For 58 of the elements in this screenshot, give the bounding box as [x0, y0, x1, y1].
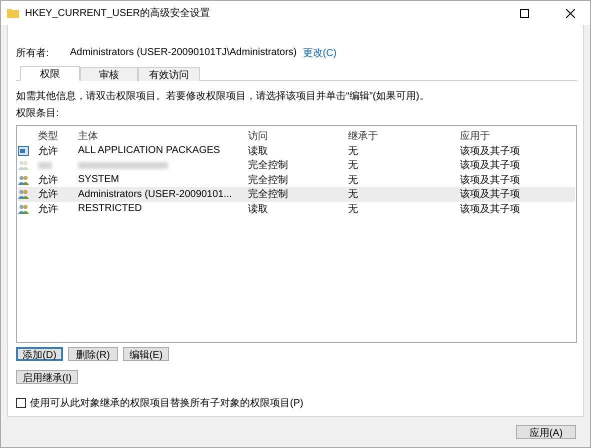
table-cell-text: 允许: [37, 202, 59, 216]
blurred-text: [38, 162, 52, 169]
package-icon: [18, 146, 29, 156]
close-icon: [566, 8, 574, 18]
info-text: 如需其他信息，请双击权限项目。若要修改权限项目，请选择该项目并单击“编辑”(如果可用)。: [16, 90, 430, 104]
apply-button[interactable]: 应用(A): [516, 425, 576, 439]
checkbox-label: 使用可从此对象继承的权限项目替换所有子对象的权限项目(P): [30, 396, 304, 410]
action-button[interactable]: 添加(D): [16, 347, 63, 361]
action-button[interactable]: 删除(R): [68, 347, 118, 361]
enable-inheritance-button[interactable]: 启用继承(I): [16, 370, 78, 384]
table-cell-text: 该项及其子项: [459, 158, 521, 172]
permission-row[interactable]: 允许 SYSTEM 完全控制 无 该项及其子项: [18, 172, 575, 188]
table-cell-text: 无: [347, 174, 359, 187]
list-label: 权限条目:: [16, 106, 60, 120]
tab[interactable]: 审核: [80, 67, 138, 82]
table-cell-text: SYSTEM: [77, 174, 120, 186]
permission-row[interactable]: 允许 Administrators (USER-20090101... 完全控制 无 该项及其子项: [18, 187, 575, 202]
users-icon: [18, 189, 29, 200]
permission-row[interactable]: 完全控制 无 该项及其子项: [18, 158, 575, 173]
table-cell-text: 无: [347, 159, 359, 172]
users-icon: [18, 204, 29, 214]
table-cell-text: 无: [347, 202, 359, 216]
column-header[interactable]: 主体: [76, 129, 246, 144]
table-cell-text: 完全控制: [247, 174, 289, 187]
tab[interactable]: 权限: [20, 66, 80, 82]
table-cell-text: 允许: [37, 144, 59, 158]
users-icon: [18, 174, 29, 185]
column-header[interactable]: 类型: [36, 129, 76, 144]
table-cell-text: 允许: [37, 174, 59, 187]
table-cell-text: 该项及其子项: [459, 174, 521, 187]
owner-label: 所有者:: [16, 46, 50, 60]
window-title: HKEY_CURRENT_USER的高级安全设置: [25, 6, 212, 20]
table-cell-text: ALL APPLICATION PACKAGES: [77, 145, 222, 156]
tab[interactable]: 有效访问: [138, 67, 200, 82]
table-cell-text: 完全控制: [247, 158, 289, 172]
change-owner-link[interactable]: 更改(C): [302, 46, 337, 60]
users-icon: [18, 160, 29, 170]
table-cell-text: Administrators (USER-20090101...: [77, 188, 233, 200]
table-cell-text: 无: [347, 144, 359, 158]
table-cell-text: 该项及其子项: [459, 202, 521, 216]
maximize-icon: [520, 8, 528, 18]
permission-row[interactable]: 允许 ALL APPLICATION PACKAGES 读取 无 该项及其子项: [18, 144, 575, 158]
column-header[interactable]: 应用于: [458, 129, 575, 144]
table-cell-text: 允许: [37, 188, 59, 202]
folder-icon: [7, 8, 19, 18]
action-button[interactable]: 编辑(E): [123, 347, 169, 361]
table-cell-text: RESTRICTED: [77, 203, 143, 214]
table-cell-text: 该项及其子项: [459, 188, 521, 202]
column-header[interactable]: 继承于: [346, 129, 458, 144]
checkbox[interactable]: [16, 398, 26, 408]
owner-value: Administrators (USER-20090101TJ\Administrators): [70, 47, 297, 58]
table-cell-text: 该项及其子项: [459, 144, 521, 158]
permission-row[interactable]: 允许 RESTRICTED 读取 无 该项及其子项: [18, 202, 575, 216]
table-cell-text: 读取: [247, 202, 269, 216]
table-cell-text: 完全控制: [247, 188, 289, 202]
table-cell-text: 读取: [247, 144, 269, 158]
column-header[interactable]: 访问: [246, 129, 346, 144]
table-cell-text: 无: [347, 188, 359, 202]
